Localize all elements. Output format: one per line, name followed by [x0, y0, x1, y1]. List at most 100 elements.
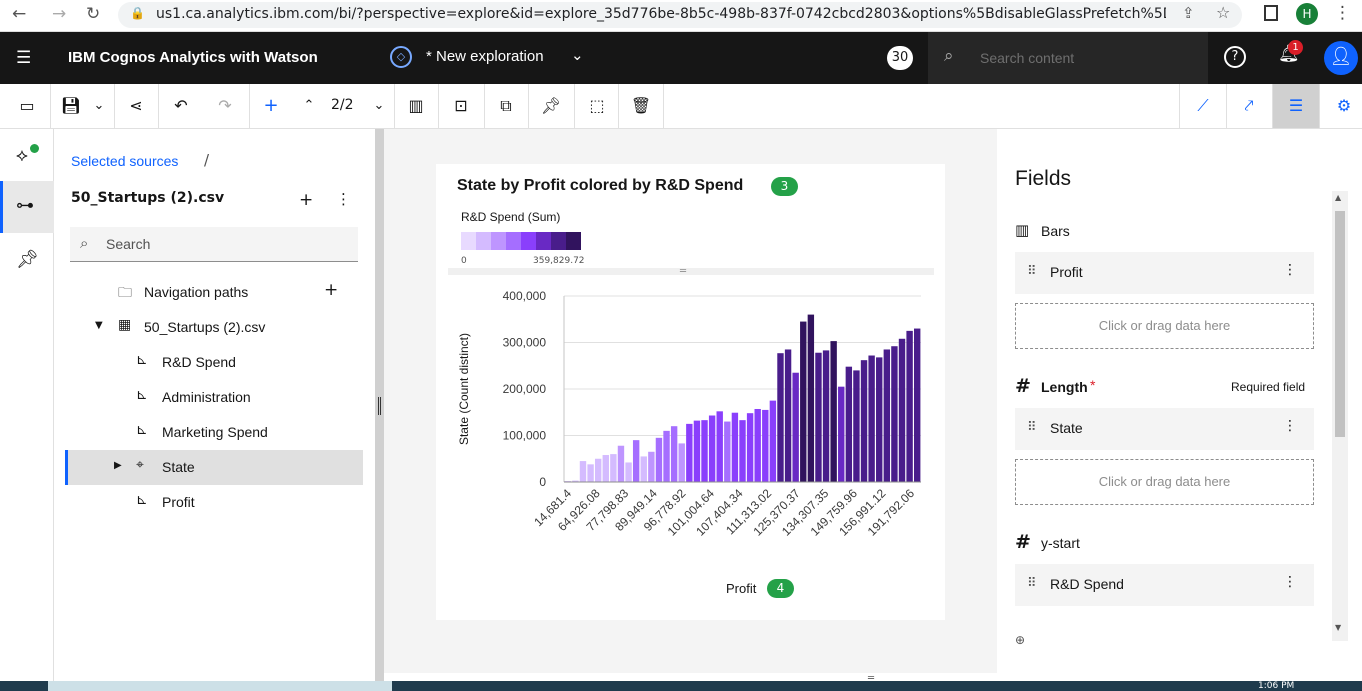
- insights-icon[interactable]: ⊡: [447, 84, 475, 128]
- pin-panel-icon[interactable]: 📌︎: [16, 249, 39, 270]
- scroll-down-icon[interactable]: ▼: [1335, 623, 1341, 632]
- app-name: IBM Cognos Analytics with Watson: [68, 49, 318, 66]
- search-icon: ⌕: [80, 234, 89, 252]
- pin-icon[interactable]: 📌︎: [537, 84, 565, 128]
- help-icon[interactable]: ?: [1224, 46, 1246, 68]
- slot-overflow-icon[interactable]: ⋮: [1283, 418, 1297, 434]
- visualization-card[interactable]: State by Profit colored by R&D Spend 3 R…: [436, 164, 945, 620]
- length-drop-zone[interactable]: Click or drag data here: [1015, 459, 1314, 505]
- add-navigation-path-icon[interactable]: +: [324, 280, 338, 300]
- drag-handle-icon[interactable]: ⠿: [1027, 576, 1037, 591]
- add-icon[interactable]: +: [258, 84, 284, 128]
- forward-icon[interactable]: →: [52, 4, 66, 24]
- exploration-title[interactable]: * New exploration: [426, 48, 544, 65]
- share-icon[interactable]: ⋖: [122, 84, 150, 128]
- back-icon[interactable]: ←: [12, 4, 26, 24]
- data-sources-icon[interactable]: ⟡: [16, 145, 28, 166]
- delete-icon[interactable]: 🗑︎: [627, 84, 655, 128]
- chart-bar: [914, 328, 921, 482]
- chart-bar: [655, 437, 663, 482]
- redo-icon[interactable]: ↷: [212, 84, 238, 128]
- source-search-input[interactable]: ⌕ Search: [70, 227, 358, 262]
- y-tick-label: 0: [539, 475, 546, 489]
- legend-swatch: [461, 232, 476, 250]
- x-axis-label: Profit: [726, 581, 757, 596]
- search-content-field[interactable]: ⌕ Search content: [928, 32, 1208, 84]
- length-label: Length: [1041, 379, 1088, 395]
- bars-drop-zone[interactable]: Click or drag data here: [1015, 303, 1314, 349]
- tree-item-label: Marketing Spend: [162, 424, 268, 440]
- tree-item-administration[interactable]: ⊾ Administration: [66, 380, 363, 415]
- scroll-up-icon[interactable]: ▲: [1335, 193, 1341, 202]
- source-search-placeholder[interactable]: Search: [106, 236, 150, 252]
- length-slot-state[interactable]: ⠿ State ⋮: [1015, 408, 1314, 450]
- chevron-down-icon[interactable]: ⌄: [571, 46, 584, 64]
- chart-bar: [602, 455, 609, 482]
- expand-down-icon[interactable]: ▼: [95, 320, 103, 331]
- tree-item-marketing-spend[interactable]: ⊾ Marketing Spend: [66, 415, 363, 450]
- chart-bar: [708, 415, 716, 482]
- tree-item-label: State: [162, 459, 195, 475]
- x-axis-badge[interactable]: 4: [767, 579, 794, 598]
- save-options-chevron-icon[interactable]: ⌄: [88, 84, 110, 128]
- expand-right-icon[interactable]: ▶: [114, 460, 122, 471]
- add-source-icon[interactable]: +: [299, 190, 313, 210]
- y-tick-label: 200,000: [503, 382, 547, 396]
- profile-avatar[interactable]: H: [1296, 3, 1318, 25]
- tree-item-rd-spend[interactable]: ⊾ R&D Spend: [66, 345, 363, 380]
- data-tree-icon[interactable]: ⊶: [16, 195, 34, 216]
- hamburger-menu-icon[interactable]: ☰: [16, 48, 31, 68]
- trend-icon[interactable]: ⟋: [1189, 84, 1217, 128]
- compare-icon[interactable]: ⧉: [492, 84, 520, 128]
- url-text[interactable]: us1.ca.analytics.ibm.com/bi/?perspective…: [156, 6, 1166, 22]
- slot-overflow-icon[interactable]: ⋮: [1283, 574, 1297, 590]
- y-start-slot-rd-spend[interactable]: ⠿ R&D Spend ⋮: [1015, 564, 1314, 606]
- tree-item-navigation-paths[interactable]: 🗀 Navigation paths +: [66, 275, 363, 310]
- previous-page-icon[interactable]: ⌃: [298, 84, 320, 128]
- y-tick-label: 100,000: [503, 429, 547, 443]
- comment-icon[interactable]: ▭: [14, 84, 40, 128]
- browser-menu-icon[interactable]: ⋮: [1334, 3, 1351, 23]
- undo-icon[interactable]: ↶: [168, 84, 194, 128]
- save-icon[interactable]: 💾︎: [58, 84, 84, 128]
- notification-count-badge: 1: [1288, 40, 1303, 55]
- select-area-icon[interactable]: ⬚: [583, 84, 611, 128]
- user-avatar-icon[interactable]: 👤︎: [1324, 41, 1358, 75]
- drag-handle-icon[interactable]: ⠿: [1027, 420, 1037, 435]
- source-overflow-icon[interactable]: ⋮: [336, 190, 351, 208]
- taskbar-app-strip[interactable]: [48, 681, 392, 691]
- bookmark-star-icon[interactable]: ☆: [1216, 3, 1230, 22]
- panel-splitter[interactable]: [375, 129, 384, 681]
- y-tick-label: 400,000: [503, 289, 547, 303]
- next-page-icon[interactable]: ⌄: [368, 84, 390, 128]
- tree-item-state[interactable]: ▶ ⌖ State: [65, 450, 363, 485]
- drag-handle-icon[interactable]: ⠿: [1027, 264, 1037, 279]
- forecast-icon[interactable]: ⤤: [1235, 84, 1263, 128]
- scrollbar-thumb[interactable]: [1335, 211, 1345, 437]
- reload-icon[interactable]: ↻: [86, 4, 100, 24]
- splitter-grip[interactable]: [378, 397, 381, 415]
- bars-label: Bars: [1041, 223, 1070, 239]
- side-panel-icon[interactable]: [1264, 5, 1278, 21]
- properties-icon[interactable]: ⚙︎: [1330, 84, 1358, 128]
- tree-item-profit[interactable]: ⊾ Profit: [66, 485, 363, 520]
- chart-bar: [853, 370, 860, 482]
- address-bar[interactable]: 🔒 us1.ca.analytics.ibm.com/bi/?perspecti…: [118, 2, 1242, 28]
- slot-overflow-icon[interactable]: ⋮: [1283, 262, 1297, 278]
- tree-item-table[interactable]: ▼ ▦ 50_Startups (2).csv: [66, 310, 363, 345]
- slot-label: R&D Spend: [1050, 576, 1124, 592]
- fields-title: Fields: [1015, 167, 1072, 190]
- breadcrumb-selected-sources[interactable]: Selected sources: [71, 153, 178, 169]
- legend-swatch: [506, 232, 521, 250]
- search-placeholder[interactable]: Search content: [980, 50, 1074, 66]
- legend-swatch: [491, 232, 506, 250]
- fields-scrollbar[interactable]: ▲ ▼: [1332, 191, 1348, 641]
- legend-swatch: [476, 232, 491, 250]
- bars-slot-profit[interactable]: ⠿ Profit ⋮: [1015, 252, 1314, 294]
- chart-bar: [860, 360, 868, 482]
- chart-bar: [777, 353, 784, 482]
- content-count-badge[interactable]: 30: [887, 46, 913, 70]
- bar-chart-icon[interactable]: ▥: [402, 84, 430, 128]
- fields-panel-toggle-icon[interactable]: ☰: [1273, 84, 1319, 128]
- share-icon[interactable]: ⇪: [1182, 4, 1195, 22]
